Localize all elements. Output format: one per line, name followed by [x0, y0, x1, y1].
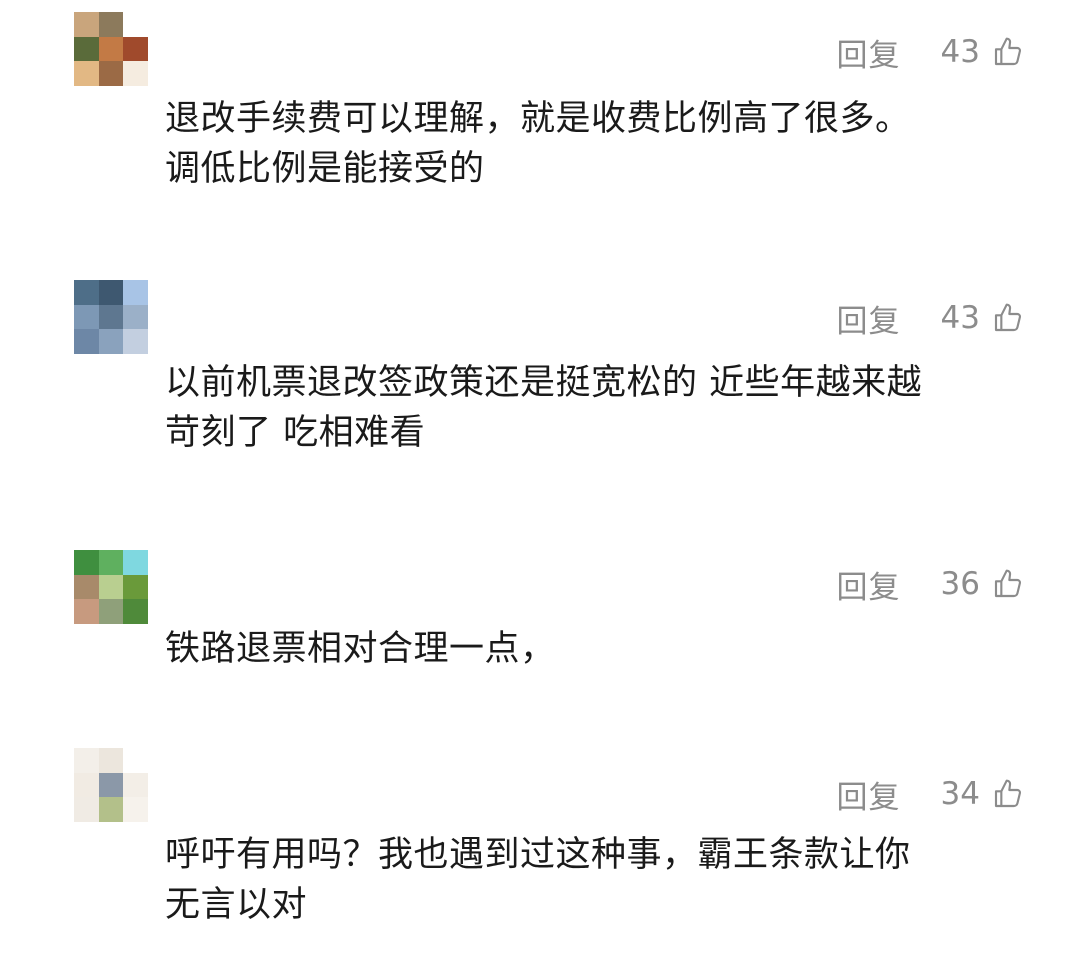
- comment-text-line: 苛刻了 吃相难看: [165, 413, 426, 453]
- like-button[interactable]: 34: [941, 776, 1024, 812]
- like-button[interactable]: 43: [941, 300, 1024, 336]
- avatar-pixel: [74, 748, 99, 773]
- avatar[interactable]: [74, 550, 148, 624]
- username-blurred[interactable]: [172, 548, 532, 608]
- comment-text: 以前机票退改签政策还是挺宽松的 近些年越来越 苛刻了 吃相难看: [165, 358, 1035, 458]
- reply-button[interactable]: 回复: [837, 30, 901, 75]
- avatar-pixel: [98, 280, 124, 305]
- like-button[interactable]: 43: [941, 34, 1024, 70]
- comment-text: 铁路退票相对合理一点，: [165, 624, 1035, 674]
- comment-text-line: 调低比例是能接受的: [165, 149, 485, 189]
- thumbs-up-icon: [992, 778, 1024, 810]
- reply-button[interactable]: 回复: [837, 772, 901, 817]
- avatar-pixel: [123, 304, 148, 330]
- comment-text: 呼吁有用吗？我也遇到过这种事，霸王条款让你 无言以对: [165, 830, 1035, 930]
- avatar-pixel: [74, 772, 99, 798]
- avatar[interactable]: [74, 280, 148, 354]
- reply-button[interactable]: 回复: [837, 562, 901, 607]
- reply-button[interactable]: 回复: [837, 296, 901, 341]
- avatar[interactable]: [74, 12, 148, 86]
- avatar-pixel: [98, 36, 124, 62]
- avatar-pixel: [123, 280, 148, 305]
- avatar-pixel: [74, 12, 99, 37]
- avatar-pixel: [123, 574, 148, 600]
- avatar-pixel: [123, 599, 148, 624]
- comment-text-line: 以前机票退改签政策还是挺宽松的 近些年越来越: [165, 363, 923, 403]
- avatar-pixel: [74, 574, 99, 600]
- avatar-pixel: [74, 36, 99, 62]
- avatar-pixel: [123, 329, 148, 354]
- username-blurred[interactable]: [172, 748, 532, 808]
- avatar-pixel: [98, 12, 124, 37]
- comment-text: 退改手续费可以理解，就是收费比例高了很多。 调低比例是能接受的: [165, 94, 1035, 194]
- avatar-pixel: [123, 772, 148, 798]
- avatar-pixel: [123, 550, 148, 575]
- comment-text-line: 铁路退票相对合理一点，: [165, 629, 556, 669]
- username-blurred[interactable]: [172, 278, 532, 338]
- thumbs-up-icon: [992, 36, 1024, 68]
- like-count: 43: [940, 34, 980, 70]
- thumbs-up-icon: [992, 302, 1024, 334]
- avatar[interactable]: [74, 748, 148, 822]
- avatar-pixel: [98, 574, 124, 600]
- avatar-pixel: [74, 797, 99, 822]
- like-count: 34: [940, 776, 980, 812]
- avatar-pixel: [74, 280, 99, 305]
- avatar-pixel: [98, 304, 124, 330]
- avatar-pixel: [74, 61, 99, 86]
- avatar-pixel: [74, 304, 99, 330]
- avatar-pixel: [74, 329, 99, 354]
- comment-actions: 回复 43: [837, 296, 1024, 341]
- like-count: 36: [940, 566, 980, 602]
- avatar-pixel: [98, 748, 124, 773]
- avatar-pixel: [123, 36, 148, 62]
- avatar-pixel: [123, 61, 148, 86]
- avatar-pixel: [74, 599, 99, 624]
- like-button[interactable]: 36: [941, 566, 1024, 602]
- comment-actions: 回复 34: [837, 772, 1024, 817]
- like-count: 43: [940, 300, 980, 336]
- avatar-pixel: [98, 772, 124, 798]
- username-blurred[interactable]: [172, 8, 532, 68]
- avatar-pixel: [98, 599, 124, 624]
- comment-text-line: 无言以对: [165, 885, 308, 925]
- avatar-pixel: [123, 748, 148, 773]
- avatar-pixel: [98, 797, 124, 822]
- comment-text-line: 呼吁有用吗？我也遇到过这种事，霸王条款让你: [165, 835, 911, 875]
- comment-actions: 回复 36: [837, 562, 1024, 607]
- comment-text-line: 退改手续费可以理解，就是收费比例高了很多。: [165, 99, 911, 139]
- avatar-pixel: [74, 550, 99, 575]
- avatar-pixel: [98, 329, 124, 354]
- comment-actions: 回复 43: [837, 30, 1024, 75]
- avatar-pixel: [123, 12, 148, 37]
- avatar-pixel: [123, 797, 148, 822]
- avatar-pixel: [98, 550, 124, 575]
- thumbs-up-icon: [992, 568, 1024, 600]
- avatar-pixel: [98, 61, 124, 86]
